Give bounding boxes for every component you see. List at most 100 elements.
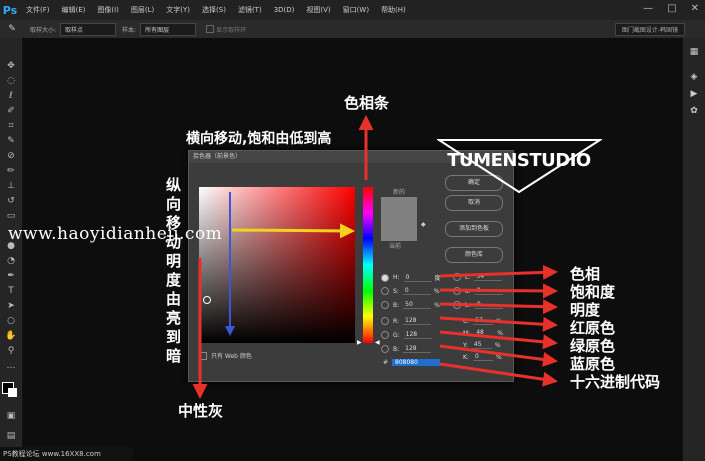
background-color-swatch[interactable]: [8, 388, 17, 397]
black-unit: %: [495, 353, 502, 361]
yellow-input[interactable]: 45: [471, 341, 492, 349]
saturation-radio[interactable]: [381, 287, 389, 295]
menu-help[interactable]: 帮助(H): [375, 5, 412, 15]
brightness-input[interactable]: 50: [403, 301, 432, 309]
type-tool-icon[interactable]: T: [4, 285, 18, 297]
eyedropper-icon[interactable]: ✎: [0, 24, 24, 34]
more-tools-icon[interactable]: …: [4, 360, 18, 372]
cyan-input[interactable]: 57: [473, 317, 494, 325]
hue-slider-right-arrow-icon[interactable]: ◀: [375, 339, 380, 346]
green-input[interactable]: 128: [403, 331, 432, 339]
lab-l-input[interactable]: 54: [474, 273, 503, 281]
saturation-field-label: S:: [393, 287, 399, 295]
lab-a-radio[interactable]: [453, 287, 461, 295]
adjustments-panel-icon[interactable]: ✿: [688, 105, 700, 117]
close-button[interactable]: ✕: [691, 3, 699, 14]
brightness-field-row: B: 50 %: [381, 301, 440, 309]
brightness-radio[interactable]: [381, 301, 389, 309]
hue-radio[interactable]: [381, 273, 389, 282]
new-color-swatch: [381, 197, 417, 219]
menu-file[interactable]: 文件(F): [20, 5, 56, 15]
sample-select[interactable]: 所有图层: [140, 22, 197, 36]
actions-panel-icon[interactable]: ▶: [688, 88, 700, 100]
pen-tool-icon[interactable]: ✒: [4, 270, 18, 282]
shape-tool-icon[interactable]: ○: [4, 315, 18, 327]
hue-slider-left-arrow-icon[interactable]: ▶: [357, 339, 362, 346]
annotation-hue-strip: 色相条: [344, 94, 390, 112]
hue-field-row: H: 0 度: [381, 273, 441, 282]
tools-panel: ✥ ◌ ℓ ✐ ⌗ ✎ ⊘ ✏ ⊥ ↺ ▭ ● ◔ ✒ T ➤ ○ ✋ ⚲ … …: [0, 38, 23, 461]
magenta-input[interactable]: 48: [474, 329, 495, 337]
photoshop-logo[interactable]: Ps: [0, 0, 20, 20]
red-radio[interactable]: [381, 317, 389, 325]
hex-input[interactable]: 808080: [392, 359, 441, 366]
yellow-field-row: Y: 45 %: [463, 341, 501, 349]
black-input[interactable]: 0: [472, 353, 493, 361]
menu-image[interactable]: 图像(I): [91, 5, 125, 15]
color-field-marker[interactable]: [203, 296, 211, 304]
quick-select-tool-icon[interactable]: ✐: [4, 105, 18, 117]
web-only-checkbox[interactable]: 只有 Web 颜色: [199, 351, 252, 360]
web-safe-cube-icon[interactable]: ◆: [421, 221, 426, 228]
eraser-tool-icon[interactable]: ▭: [4, 210, 18, 222]
menu-filter[interactable]: 滤镜(T): [232, 5, 268, 15]
lab-b-input[interactable]: 0: [474, 301, 503, 309]
hue-unit: 度: [434, 275, 441, 282]
healing-tool-icon[interactable]: ⊘: [4, 150, 18, 162]
brush-tool-icon[interactable]: ✏: [4, 165, 18, 177]
red-input[interactable]: 128: [403, 317, 432, 325]
zoom-tool-icon[interactable]: ⚲: [4, 345, 18, 357]
annotation-vertical: 纵向移动明度由亮到暗: [166, 176, 182, 365]
layers-panel-icon[interactable]: ◈: [688, 71, 700, 83]
move-tool-icon[interactable]: ✥: [4, 60, 18, 72]
color-libraries-button[interactable]: 颜色库: [445, 247, 503, 263]
sample-size-select[interactable]: 取样点: [60, 22, 117, 36]
marquee-tool-icon[interactable]: ◌: [4, 75, 18, 87]
maximize-button[interactable]: □: [667, 3, 676, 14]
menu-type[interactable]: 文字(Y): [160, 5, 196, 15]
cancel-button[interactable]: 取消: [445, 195, 503, 211]
stamp-tool-icon[interactable]: ⊥: [4, 180, 18, 192]
add-to-swatches-button[interactable]: 添加到色板: [445, 221, 503, 237]
lab-b-radio[interactable]: [453, 301, 461, 309]
panel-dock: ▦ ◈ ▶ ✿: [682, 38, 705, 461]
footer-credit: PS教程论坛 www.16XX8.com: [0, 447, 133, 461]
current-color-swatch[interactable]: [381, 219, 417, 241]
cyan-unit: %: [496, 317, 502, 325]
menu-view[interactable]: 视图(V): [300, 5, 336, 15]
magenta-unit: %: [497, 329, 503, 337]
blue-radio[interactable]: [381, 345, 389, 353]
lab-a-input[interactable]: 0: [474, 287, 503, 295]
green-radio[interactable]: [381, 331, 389, 339]
path-select-icon[interactable]: ➤: [4, 300, 18, 312]
hue-slider[interactable]: [363, 187, 373, 343]
history-panel-icon[interactable]: ▦: [688, 46, 700, 58]
blue-input[interactable]: 128: [403, 345, 432, 353]
menu-edit[interactable]: 编辑(E): [56, 5, 92, 15]
hand-tool-icon[interactable]: ✋: [4, 330, 18, 342]
crop-tool-icon[interactable]: ⌗: [4, 120, 18, 132]
magenta-field-row: M: 48 %: [463, 329, 503, 337]
dodge-tool-icon[interactable]: ◔: [4, 255, 18, 267]
minimize-button[interactable]: —: [643, 3, 653, 14]
menu-select[interactable]: 选择(S): [196, 5, 232, 15]
lab-l-field-label: L:: [465, 273, 471, 281]
menu-3d[interactable]: 3D(D): [268, 6, 301, 14]
screen-mode-icon[interactable]: ▤: [4, 430, 18, 442]
quick-mask-icon[interactable]: ▣: [4, 410, 18, 422]
red-field-row: R: 128: [381, 317, 432, 325]
blue-field-label: B:: [393, 345, 400, 353]
saturation-brightness-field[interactable]: [199, 187, 355, 343]
workspace-select[interactable]: 图门截图设计-韩国镜: [614, 23, 685, 36]
lab-l-radio[interactable]: [453, 273, 461, 281]
brightness-field-label: B:: [393, 301, 400, 309]
cyan-field-row: C: 57 %: [463, 317, 502, 325]
show-ring-checkbox[interactable]: 显示取样环: [206, 25, 246, 34]
lasso-tool-icon[interactable]: ℓ: [4, 90, 18, 102]
saturation-input[interactable]: 0: [402, 287, 431, 295]
menu-window[interactable]: 窗口(W): [337, 5, 375, 15]
hue-input[interactable]: 0: [403, 274, 432, 282]
eyedropper-tool-icon[interactable]: ✎: [4, 135, 18, 147]
history-brush-icon[interactable]: ↺: [4, 195, 18, 207]
menu-layer[interactable]: 图层(L): [125, 5, 160, 15]
